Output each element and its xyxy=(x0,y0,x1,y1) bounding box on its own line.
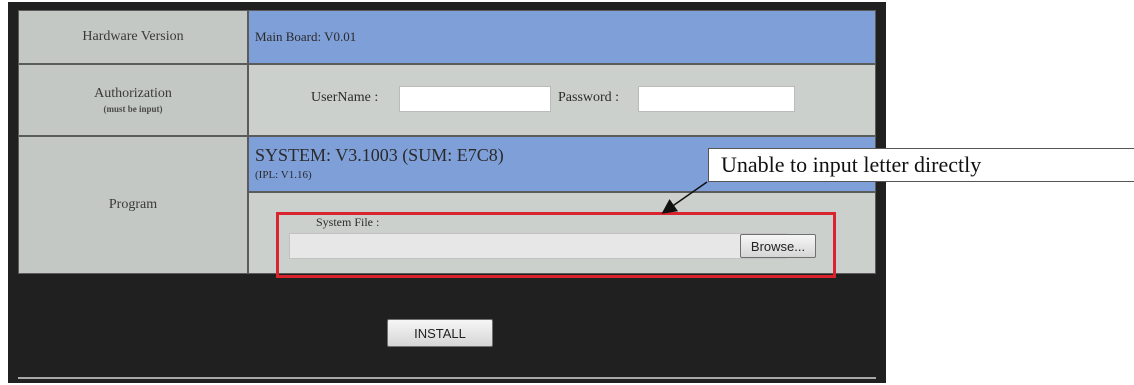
annotation-arrow-icon xyxy=(661,181,708,214)
